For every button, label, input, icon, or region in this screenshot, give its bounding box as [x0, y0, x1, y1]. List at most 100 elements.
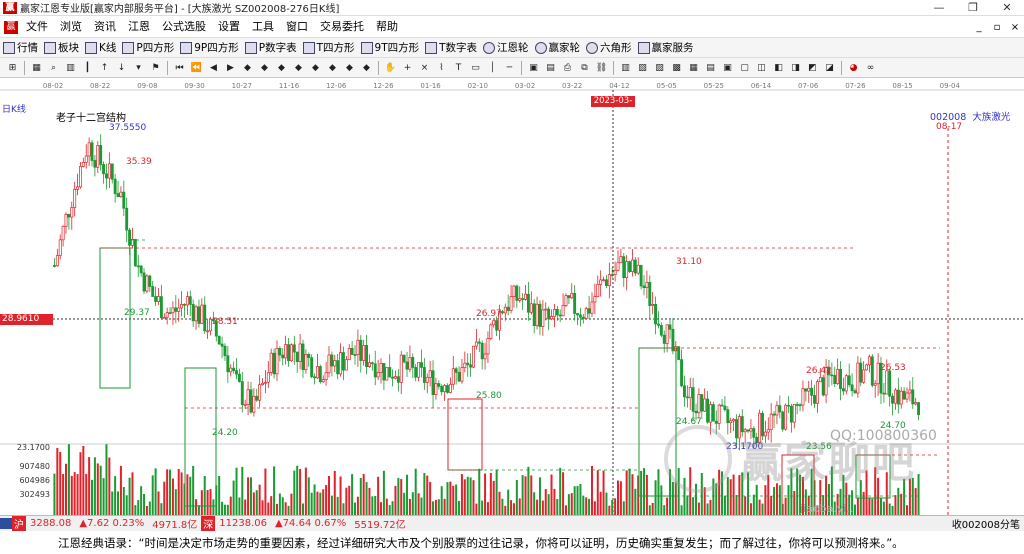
zoom-icon[interactable]: ⌕: [47, 61, 60, 74]
menu-trade[interactable]: 交易委托: [314, 17, 370, 37]
toolbar-hexagon[interactable]: 六角形: [583, 40, 635, 55]
hand-icon[interactable]: ✋: [384, 61, 397, 74]
tool-i-icon[interactable]: ◫: [755, 61, 768, 74]
candle-body: [789, 405, 793, 423]
volume-bar: [475, 503, 478, 515]
menu-help[interactable]: 帮助: [370, 17, 404, 37]
candle-body: [613, 269, 617, 276]
toolbar-p-square[interactable]: P四方形: [119, 40, 177, 55]
toolbar-t-square[interactable]: T四方形: [300, 40, 358, 55]
toolbar-gann-wheel[interactable]: 江恩轮: [480, 40, 532, 55]
tool-m-icon[interactable]: ◪: [823, 61, 836, 74]
first-icon[interactable]: ⏮: [173, 61, 186, 74]
menu-formula[interactable]: 公式选股: [156, 17, 212, 37]
candle-body: [876, 362, 880, 385]
volume-bar: [507, 489, 510, 515]
print-icon[interactable]: ⎙: [561, 61, 574, 74]
up-icon[interactable]: ↑: [98, 61, 111, 74]
down-icon[interactable]: ↓: [115, 61, 128, 74]
toolbar-t-number[interactable]: T数字表: [422, 40, 480, 55]
layout-icon[interactable]: ⊞: [6, 61, 19, 74]
volume-bar: [345, 487, 348, 515]
close-icon[interactable]: ✕: [990, 0, 1024, 16]
price-label: 37.5550: [109, 123, 146, 133]
menu-info[interactable]: 资讯: [88, 17, 122, 37]
diamond-2-icon[interactable]: ◆: [258, 61, 271, 74]
candle-body: [79, 166, 82, 188]
tool-d-icon[interactable]: ▩: [670, 61, 683, 74]
disk-icon[interactable]: ▤: [544, 61, 557, 74]
menu-browse[interactable]: 浏览: [54, 17, 88, 37]
bars-icon[interactable]: ▥: [64, 61, 77, 74]
menu-window[interactable]: 窗口: [280, 17, 314, 37]
menu-file[interactable]: 文件: [20, 17, 54, 37]
tool-l-icon[interactable]: ◩: [806, 61, 819, 74]
volume-bar: [65, 463, 68, 515]
menu-settings[interactable]: 设置: [212, 17, 246, 37]
candle-tool-icon[interactable]: ┃: [81, 61, 94, 74]
toolbar-p-number[interactable]: P数字表: [242, 40, 300, 55]
toolbar-sector[interactable]: 板块: [41, 40, 82, 55]
minimize-icon[interactable]: —: [922, 0, 956, 16]
tool-g-icon[interactable]: ▣: [721, 61, 734, 74]
volume-bar: [417, 493, 420, 515]
dropdown-icon[interactable]: ▾: [132, 61, 145, 74]
toolbar-winner-wheel[interactable]: 赢家轮: [532, 40, 584, 55]
tool-a-icon[interactable]: ▥: [619, 61, 632, 74]
volume-bar: [145, 505, 148, 515]
date-tick-label: 09-04: [940, 82, 961, 90]
tool-b-icon[interactable]: ▧: [636, 61, 649, 74]
forward-icon[interactable]: ▶: [224, 61, 237, 74]
doc-restore-icon[interactable]: ▫: [988, 22, 1006, 33]
diamond-7-icon[interactable]: ◆: [343, 61, 356, 74]
crosshair-icon[interactable]: +: [401, 61, 414, 74]
link-icon[interactable]: ⛓: [595, 61, 608, 74]
infinity-icon[interactable]: ∞: [864, 61, 877, 74]
tool-c-icon[interactable]: ▨: [653, 61, 666, 74]
tool-h-icon[interactable]: ▢: [738, 61, 751, 74]
toolbar-quotes[interactable]: 行情: [0, 40, 41, 55]
tool-e-icon[interactable]: ▦: [687, 61, 700, 74]
doc-minimize-icon[interactable]: _: [970, 22, 988, 33]
candle-body: [905, 392, 909, 400]
diamond-4-icon[interactable]: ◆: [292, 61, 305, 74]
volume-bar: [408, 498, 411, 515]
diamond-6-icon[interactable]: ◆: [326, 61, 339, 74]
candle-body: [729, 420, 733, 424]
copy-icon[interactable]: ⧉: [578, 61, 591, 74]
menu-tools[interactable]: 工具: [246, 17, 280, 37]
prev-icon[interactable]: ⏪: [190, 61, 203, 74]
toolbar-kline[interactable]: K线: [82, 40, 119, 55]
text-icon[interactable]: T: [452, 61, 465, 74]
candle-body: [422, 367, 426, 383]
toolbar-9p-square[interactable]: 9P四方形: [177, 40, 242, 55]
tool-k-icon[interactable]: ◨: [789, 61, 802, 74]
hline-icon[interactable]: ─: [503, 61, 516, 74]
diamond-1-icon[interactable]: ◆: [241, 61, 254, 74]
vline-icon[interactable]: │: [486, 61, 499, 74]
toolbar-9t-square[interactable]: 9T四方形: [358, 40, 423, 55]
back-icon[interactable]: ◀: [207, 61, 220, 74]
menu-gann[interactable]: 江恩: [122, 17, 156, 37]
toolbar-service[interactable]: 赢家服务: [635, 40, 697, 55]
flag-icon[interactable]: ⚑: [149, 61, 162, 74]
ruler-icon[interactable]: ▭: [469, 61, 482, 74]
diamond-3-icon[interactable]: ◆: [275, 61, 288, 74]
candle-body: [466, 362, 470, 366]
maximize-icon[interactable]: ❐: [956, 0, 990, 16]
tool-j-icon[interactable]: ◧: [772, 61, 785, 74]
fan-icon[interactable]: ⌇: [435, 61, 448, 74]
diamond-5-icon[interactable]: ◆: [309, 61, 322, 74]
grid-status-icon[interactable]: [0, 518, 12, 529]
doc-close-icon[interactable]: ×: [1006, 22, 1024, 33]
kline-chart[interactable]: 08-02 08-22 09-08 09-30 10-27 11-16 12-06 12-26…: [0, 78, 1024, 524]
tool-f-icon[interactable]: ▤: [704, 61, 717, 74]
cross-icon[interactable]: ×: [418, 61, 431, 74]
tick-status[interactable]: 收002008分笔: [948, 516, 1024, 531]
color-icon[interactable]: ◕: [847, 61, 860, 74]
candle-body: [535, 303, 539, 327]
candle-body: [102, 164, 106, 175]
save-icon[interactable]: ▣: [527, 61, 540, 74]
diamond-8-icon[interactable]: ◆: [360, 61, 373, 74]
chart-type-icon[interactable]: ▦: [30, 61, 43, 74]
